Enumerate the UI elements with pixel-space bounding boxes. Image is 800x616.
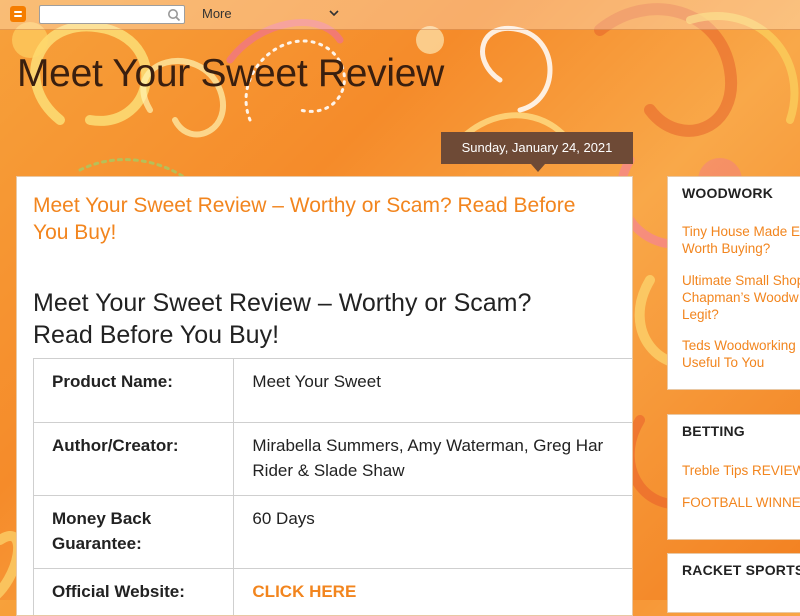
blogger-navbar: More [0,0,800,30]
widget-title: BETTING [682,423,745,439]
product-info-table: Product Name: Meet Your Sweet Author/Cre… [33,358,633,616]
post-container: Meet Your Sweet Review – Worthy or Scam?… [16,176,633,616]
table-value-cell: Meet Your Sweet [234,359,633,423]
table-label-cell: Official Website: [34,569,234,616]
sidebar-link[interactable]: Ultimate Small Shop Chapman’s Woodw Legi… [682,272,800,323]
table-value-cell: Mirabella Summers, Amy Waterman, Greg Ha… [234,423,633,496]
official-website-link[interactable]: CLICK HERE [252,582,356,601]
blogger-logo-icon[interactable] [10,6,26,22]
sidebar-link[interactable]: Tiny House Made E Worth Buying? [682,223,800,257]
sidebar-link[interactable]: Teds Woodworking Useful To You [682,337,800,371]
table-value-cell: CLICK HERE [234,569,633,616]
search-box[interactable] [39,5,185,24]
sidebar-link[interactable]: Treble Tips REVIEW [682,462,800,479]
chevron-down-icon[interactable] [328,8,340,18]
table-row: Product Name: Meet Your Sweet [34,359,634,423]
date-header: Sunday, January 24, 2021 [441,132,633,164]
search-icon[interactable] [167,8,181,22]
blog-title[interactable]: Meet Your Sweet Review [17,52,444,96]
table-label-cell: Product Name: [34,359,234,423]
table-row: Author/Creator: Mirabella Summers, Amy W… [34,423,634,496]
widget-title: WOODWORK [682,185,773,201]
table-row: Money Back Guarantee: 60 Days [34,496,634,569]
more-menu-button[interactable]: More [202,6,232,21]
post-title-link[interactable]: Meet Your Sweet Review – Worthy or Scam?… [33,192,603,246]
table-row: Official Website: CLICK HERE [34,569,634,616]
search-input[interactable] [42,7,164,24]
table-value-cell: 60 Days [234,496,633,569]
table-label-cell: Money Back Guarantee: [34,496,234,569]
table-label-cell: Author/Creator: [34,423,234,496]
sidebar-widget-woodwork: WOODWORK Tiny House Made E Worth Buying?… [667,176,800,390]
widget-title: RACKET SPORTS [682,562,800,578]
sidebar-link[interactable]: FOOTBALL WINNE [682,494,800,511]
date-header-pointer [531,164,545,172]
sidebar-widget-racket-sports: RACKET SPORTS [667,553,800,613]
post-heading: Meet Your Sweet Review – Worthy or Scam?… [33,287,593,351]
sidebar-widget-betting: BETTING Treble Tips REVIEW FOOTBALL WINN… [667,414,800,540]
